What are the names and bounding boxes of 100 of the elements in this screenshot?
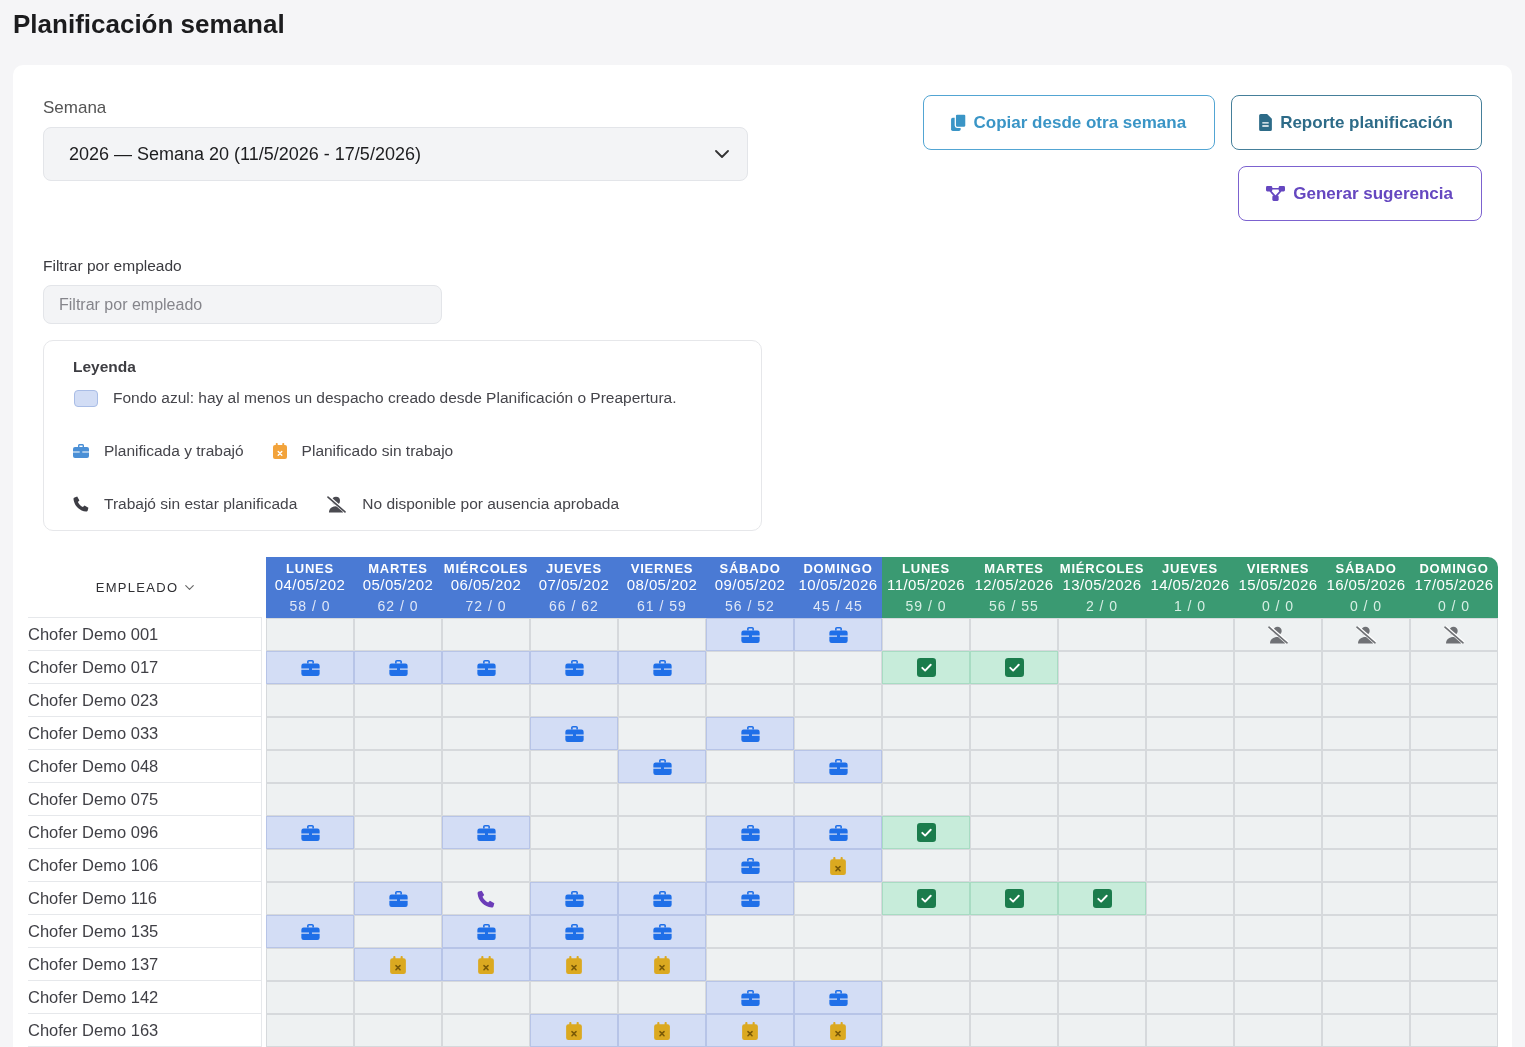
day-counts: 59 / 0: [905, 598, 947, 614]
day-date: 08/05/202: [626, 576, 698, 593]
file-icon: [1259, 114, 1273, 131]
copy-icon: [950, 114, 966, 131]
day-date: 11/05/2026: [887, 576, 965, 593]
legend-text: Fondo azul: hay al menos un despacho creado desde Planificación o Preapertura.: [113, 388, 677, 408]
employee-name: Chofer Demo 135: [28, 915, 262, 948]
check-icon: [916, 823, 936, 842]
calendar-x-icon: [566, 1021, 582, 1040]
page-title: Planificación semanal: [13, 9, 285, 39]
briefcase-icon: [564, 659, 584, 676]
briefcase-icon: [740, 725, 760, 742]
employee-name: Chofer Demo 116: [28, 882, 262, 915]
day-counts: 62 / 0: [377, 598, 419, 614]
briefcase-icon: [564, 725, 584, 742]
chevron-down-icon: [715, 150, 729, 158]
day-counts: 0 / 0: [1437, 598, 1471, 614]
day-name: MARTES: [368, 561, 428, 576]
suggest-button[interactable]: Generar sugerencia: [1238, 166, 1482, 221]
briefcase-icon: [476, 923, 496, 940]
briefcase-icon: [740, 824, 760, 841]
day-name: SÁBADO: [719, 561, 781, 576]
briefcase-icon: [300, 923, 320, 940]
day-name: MARTES: [984, 561, 1044, 576]
legend-text: Planificado sin trabajo: [301, 441, 454, 461]
phone-icon: [73, 496, 89, 512]
briefcase-icon: [740, 626, 760, 643]
chevron-down-icon: [185, 584, 195, 590]
day-name: DOMINGO: [1419, 561, 1489, 576]
employee-name: Chofer Demo 137: [28, 948, 262, 981]
person-slash-icon: [1443, 625, 1465, 644]
calendar-x-icon: [566, 955, 582, 974]
briefcase-icon: [740, 989, 760, 1006]
check-icon: [1004, 889, 1024, 908]
employee-name: Chofer Demo 163: [28, 1014, 262, 1047]
calendar-x-icon: [654, 1021, 670, 1040]
day-counts: 58 / 0: [289, 598, 331, 614]
briefcase-icon: [828, 626, 848, 643]
field-label: Filtrar por empleado: [43, 257, 182, 275]
day-date: 15/05/2026: [1238, 576, 1318, 593]
day-date: 04/05/202: [274, 576, 346, 593]
legend-text: Planificada y trabajó: [104, 441, 244, 461]
person-slash-icon: [1355, 625, 1377, 644]
briefcase-icon: [652, 659, 672, 676]
day-name: SÁBADO: [1335, 561, 1397, 576]
day-counts: 0 / 0: [1349, 598, 1383, 614]
day-counts: 66 / 62: [549, 598, 599, 614]
employee-name: Chofer Demo 096: [28, 816, 262, 849]
briefcase-icon: [740, 890, 760, 907]
day-counts: 56 / 55: [989, 598, 1039, 614]
copy-week-button[interactable]: Copiar desde otra semana: [922, 95, 1216, 150]
legend-text: Trabajó sin estar planificada: [104, 494, 298, 514]
day-date: 09/05/202: [714, 576, 786, 593]
employee-name: Chofer Demo 001: [28, 618, 262, 651]
day-name: MIÉRCOLES: [1059, 561, 1145, 576]
employee-name: Chofer Demo 033: [28, 717, 262, 750]
legend-title: Leyenda: [73, 358, 136, 376]
briefcase-icon: [740, 857, 760, 874]
day-name: LUNES: [901, 561, 951, 576]
report-button[interactable]: Reporte planificación: [1231, 95, 1482, 150]
employee-filter-field[interactable]: Filtrar por empleado: [43, 285, 442, 324]
briefcase-icon: [828, 758, 848, 775]
day-date: 16/05/2026: [1326, 576, 1406, 593]
employee-name: Chofer Demo 048: [28, 750, 262, 783]
calendar-x-icon: [478, 955, 494, 974]
calendar-x-icon: [742, 1021, 758, 1040]
day-counts: 45 / 45: [813, 598, 863, 614]
day-name: LUNES: [285, 561, 335, 576]
briefcase-icon: [828, 824, 848, 841]
briefcase-icon: [828, 989, 848, 1006]
briefcase-icon: [300, 659, 320, 676]
day-date: 13/05/2026: [1062, 576, 1142, 593]
week-select[interactable]: 2026 — Semana 20 (11/5/2026 - 17/5/2026): [43, 127, 748, 181]
day-date: 05/05/202: [362, 576, 434, 593]
check-icon: [916, 658, 936, 677]
briefcase-icon: [564, 923, 584, 940]
swatch-icon: [74, 389, 98, 407]
calendar-x-icon: [830, 856, 846, 875]
calendar-x-icon: [390, 955, 406, 974]
briefcase-icon: [476, 659, 496, 676]
phone-icon: [477, 889, 495, 908]
field-label: Semana: [43, 98, 107, 118]
day-counts: 1 / 0: [1173, 598, 1207, 614]
check-icon: [1004, 658, 1024, 677]
day-date: 17/05/2026: [1414, 576, 1494, 593]
day-name: VIERNES: [630, 561, 694, 576]
briefcase-icon: [564, 890, 584, 907]
briefcase-icon: [300, 824, 320, 841]
day-name: JUEVES: [545, 561, 603, 576]
day-name: MIÉRCOLES: [443, 561, 529, 576]
employee-sort-button[interactable]: EMPLEADO: [95, 579, 195, 595]
briefcase-icon: [388, 659, 408, 676]
employee-name: Chofer Demo 023: [28, 684, 262, 717]
day-counts: 72 / 0: [465, 598, 507, 614]
briefcase-icon: [652, 923, 672, 940]
day-date: 07/05/202: [538, 576, 610, 593]
day-counts: 2 / 0: [1085, 598, 1119, 614]
day-counts: 0 / 0: [1261, 598, 1295, 614]
check-icon: [916, 889, 936, 908]
day-date: 14/05/2026: [1150, 576, 1230, 593]
